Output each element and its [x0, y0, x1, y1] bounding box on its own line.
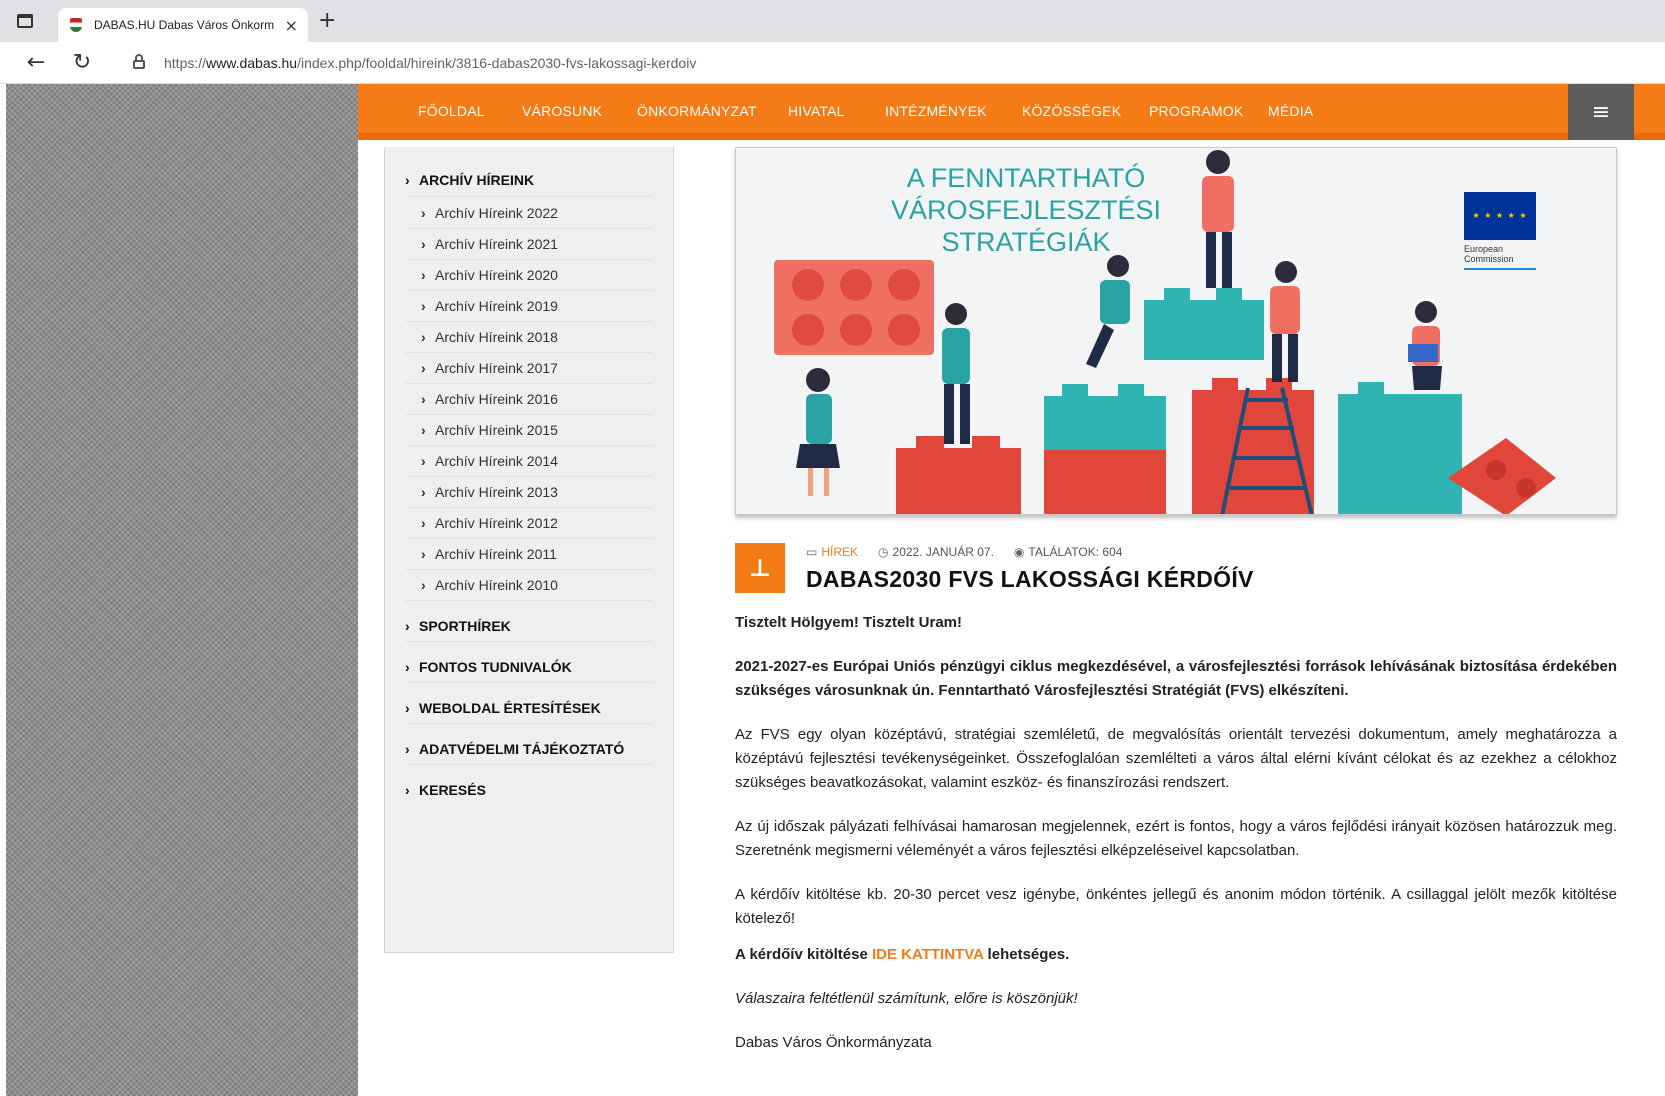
chevron-right-icon: ›: [421, 298, 426, 314]
close-tab-icon[interactable]: ×: [285, 16, 298, 35]
sidebar-item-sporthirek[interactable]: › SPORTHÍREK: [405, 601, 653, 642]
chevron-right-icon: ›: [421, 453, 426, 469]
background-texture: [6, 84, 358, 1096]
sidebar-subitem-2021[interactable]: › Archív Híreink 2021: [405, 229, 653, 260]
sidebar-subitem-2019[interactable]: › Archív Híreink 2019: [405, 291, 653, 322]
chevron-right-icon: ›: [421, 546, 426, 562]
page-viewport: FŐOLDAL VÁROSUNK ÖNKORMÁNYZAT HIVATAL IN…: [6, 84, 1665, 1096]
eye-icon: ◉: [1013, 545, 1025, 559]
article-paragraph-2: Az új időszak pályázati felhívásai hamar…: [735, 818, 1617, 859]
clock-icon: ◷: [878, 545, 889, 559]
sidebar-item-kereses[interactable]: › KERESÉS: [405, 765, 653, 806]
reload-icon[interactable]: ↻: [70, 51, 94, 75]
chevron-right-icon: ›: [421, 329, 426, 345]
article-paragraph-1: Az FVS egy olyan középtávú, stratégiai s…: [735, 726, 1617, 791]
sidebar-subitem-2011[interactable]: › Archív Híreink 2011: [405, 539, 653, 570]
folder-icon: ▭: [806, 545, 818, 559]
hamburger-icon[interactable]: ≡: [1568, 84, 1634, 140]
article-hits: ◉ TALÁLATOK: 604: [1013, 545, 1123, 559]
sidebar-subitem-2015[interactable]: › Archív Híreink 2015: [405, 415, 653, 446]
chevron-right-icon: ›: [405, 172, 410, 188]
main-navigation: FŐOLDAL VÁROSUNK ÖNKORMÁNYZAT HIVATAL IN…: [358, 84, 1665, 140]
sidebar-subitem-2010[interactable]: › Archív Híreink 2010: [405, 570, 653, 601]
dabas-favicon-icon: [68, 17, 84, 33]
nav-item-onkormanyzat[interactable]: ÖNKORMÁNYZAT: [637, 103, 757, 119]
lock-icon[interactable]: [132, 54, 146, 70]
article-meta: ▭ HÍREK ◷ 2022. JANUÁR 07. ◉ TALÁLATOK: 604: [806, 545, 1122, 559]
sidebar-subitem-2018[interactable]: › Archív Híreink 2018: [405, 322, 653, 353]
article-date: ◷ 2022. JANUÁR 07.: [878, 545, 994, 559]
article-content: A FENNTARTHATÓ VÁROSFEJLESZTÉSI STRATÉGI…: [711, 147, 1639, 1096]
chevron-right-icon: ›: [421, 267, 426, 283]
sidebar-subitem-2012[interactable]: › Archív Híreink 2012: [405, 508, 653, 539]
article-greeting: Tisztelt Hölgyem! Tisztelt Uram!: [735, 614, 962, 631]
sidebar-subitem-2013[interactable]: › Archív Híreink 2013: [405, 477, 653, 508]
address-bar: ← ↻ https://www.dabas.hu/index.php/foold…: [0, 42, 1665, 84]
browser-tab[interactable]: DABAS.HU Dabas Város Önkorm ×: [58, 8, 308, 42]
nav-item-programok[interactable]: PROGRAMOK: [1149, 103, 1243, 119]
article-thanks: Válaszaira feltétlenül számítunk, előre …: [735, 990, 1078, 1007]
nav-item-media[interactable]: MÉDIA: [1268, 103, 1313, 119]
chevron-right-icon: ›: [405, 782, 410, 798]
tab-title: DABAS.HU Dabas Város Önkorm: [94, 18, 275, 32]
chevron-right-icon: ›: [421, 360, 426, 376]
nav-item-varosunk[interactable]: VÁROSUNK: [522, 103, 602, 119]
chevron-right-icon: ›: [421, 391, 426, 407]
nav-item-intezmenyek[interactable]: INTÉZMÉNYEK: [885, 103, 987, 119]
chevron-right-icon: ›: [421, 236, 426, 252]
url-field[interactable]: https://www.dabas.hu/index.php/fooldal/h…: [164, 55, 696, 71]
sidebar-item-fontos-tudnivalok[interactable]: › FONTOS TUDNIVALÓK: [405, 642, 653, 683]
chevron-right-icon: ›: [421, 484, 426, 500]
article-lead: 2021-2027-es Európai Uniós pénzügyi cikl…: [735, 658, 1617, 699]
nav-item-kozossegek[interactable]: KÖZÖSSÉGEK: [1022, 103, 1121, 119]
sidebar-subitem-2020[interactable]: › Archív Híreink 2020: [405, 260, 653, 291]
new-tab-icon[interactable]: +: [318, 10, 336, 32]
sidebar-menu: › ARCHÍV HÍREINK › Archív Híreink 2022 › Ar…: [384, 147, 674, 953]
nav-item-hivatal[interactable]: HIVATAL: [788, 103, 845, 119]
sidebar-item-adatvedelmi-tajekoztato[interactable]: › ADATVÉDELMI TÁJÉKOZTATÓ: [405, 724, 653, 765]
sidebar-subitem-2014[interactable]: › Archív Híreink 2014: [405, 446, 653, 477]
article-banner-image: A FENNTARTHATÓ VÁROSFEJLESZTÉSI STRATÉGI…: [735, 147, 1617, 515]
chevron-right-icon: ›: [421, 422, 426, 438]
european-commission-logo: ★ ★ ★ ★ ★ European Commission: [1454, 186, 1544, 270]
survey-link[interactable]: IDE KATTINTVA: [872, 946, 983, 963]
browser-tab-bar: DABAS.HU Dabas Város Önkorm × +: [0, 0, 1665, 42]
sidebar-subitem-2016[interactable]: › Archív Híreink 2016: [405, 384, 653, 415]
sidebar-subitem-2017[interactable]: › Archív Híreink 2017: [405, 353, 653, 384]
article-category[interactable]: ▭ HÍREK: [806, 545, 858, 559]
back-arrow-icon[interactable]: ←: [24, 51, 48, 75]
banner-title: A FENNTARTHATÓ VÁROSFEJLESZTÉSI STRATÉGI…: [890, 163, 1162, 257]
sidebar-item-weboldal-ertesitesek[interactable]: › WEBOLDAL ÉRTESÍTÉSEK: [405, 683, 653, 724]
nav-item-fooldal[interactable]: FŐOLDAL: [418, 103, 485, 119]
article-title: DABAS2030 FVS LAKOSSÁGI KÉRDŐÍV: [806, 566, 1254, 592]
sidebar-subitem-2022[interactable]: › Archív Híreink 2022: [405, 198, 653, 229]
article-paragraph-3: A kérdőív kitöltése kb. 20-30 percet ves…: [735, 886, 1617, 927]
article-cta: A kérdőív kitöltése IDE KATTINTVA lehets…: [735, 946, 1070, 963]
article-signature: Dabas Város Önkormányzata: [735, 1034, 932, 1051]
sidebar-item-archiv-hireink[interactable]: › ARCHÍV HÍREINK: [405, 167, 653, 197]
url-domain: www.dabas.hu: [206, 55, 298, 71]
chevron-right-icon: ›: [421, 577, 426, 593]
pin-icon: ⊥: [735, 543, 785, 593]
chevron-right-icon: ›: [421, 205, 426, 221]
chevron-right-icon: ›: [421, 515, 426, 531]
tab-actions-icon[interactable]: [14, 10, 36, 32]
